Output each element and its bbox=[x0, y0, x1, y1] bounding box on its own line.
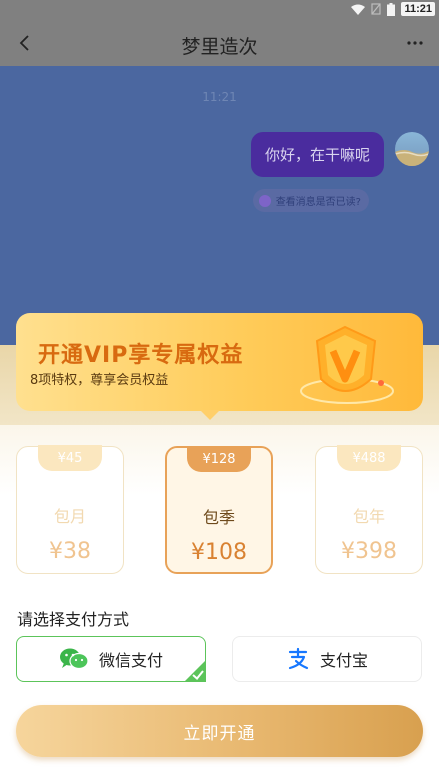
read-check-chip[interactable]: 查看消息是否已读? bbox=[252, 189, 369, 212]
status-icons: 11:21 bbox=[351, 2, 435, 16]
wechat-icon bbox=[59, 648, 89, 670]
plan-price: ¥108 bbox=[191, 540, 247, 565]
plan-card-quarterly[interactable]: ¥128 包季 ¥108 bbox=[165, 446, 273, 574]
signal-icon bbox=[371, 3, 382, 15]
plan-name: 包月 bbox=[53, 507, 86, 526]
original-price-tag: ¥128 bbox=[187, 446, 251, 472]
original-price-tag: ¥45 bbox=[38, 445, 102, 471]
status-time: 11:21 bbox=[401, 2, 435, 16]
vip-shield-icon bbox=[300, 325, 394, 404]
plan-card-monthly[interactable]: ¥45 包月 ¥38 bbox=[16, 445, 124, 574]
plan-price: ¥398 bbox=[341, 539, 397, 564]
selected-check-icon bbox=[184, 660, 206, 682]
alipay-label: 支付宝 bbox=[319, 651, 368, 670]
wechat-pay-option[interactable]: 微信支付 bbox=[16, 636, 206, 682]
more-options-button[interactable] bbox=[401, 28, 429, 58]
vip-banner: 开通VIP享专属权益 8项特权，尊享会员权益 bbox=[16, 313, 423, 411]
read-status-icon bbox=[258, 194, 271, 207]
chat-timestamp: 11:21 bbox=[202, 90, 237, 104]
plan-card-yearly[interactable]: ¥488 包年 ¥398 bbox=[315, 445, 423, 574]
vip-subtitle: 8项特权，尊享会员权益 bbox=[30, 373, 169, 388]
vip-banner-pointer bbox=[200, 410, 220, 420]
alipay-option[interactable]: 支付宝 bbox=[232, 636, 422, 682]
read-check-label: 查看消息是否已读? bbox=[275, 197, 361, 208]
title-bar: 梦里造次 bbox=[0, 20, 439, 66]
wechat-pay-label: 微信支付 bbox=[98, 651, 163, 670]
alipay-icon bbox=[288, 647, 309, 670]
avatar[interactable] bbox=[395, 132, 429, 166]
original-price-tag: ¥488 bbox=[337, 445, 401, 471]
plan-name: 包季 bbox=[202, 508, 235, 527]
message-bubble: 你好，在干嘛呢 bbox=[250, 132, 384, 177]
plan-price: ¥38 bbox=[49, 539, 91, 564]
status-bar: 11:21 bbox=[0, 0, 439, 20]
vip-title: 开通VIP享专属权益 bbox=[38, 343, 244, 368]
wifi-icon bbox=[351, 4, 366, 15]
battery-icon bbox=[387, 2, 396, 16]
avatar-image bbox=[395, 150, 429, 166]
payment-method-label: 请选择支付方式 bbox=[17, 610, 130, 629]
more-horizontal-icon bbox=[407, 41, 423, 45]
page-title: 梦里造次 bbox=[181, 36, 258, 58]
plan-name: 包年 bbox=[352, 507, 385, 526]
activate-now-button[interactable]: 立即开通 bbox=[16, 705, 423, 757]
